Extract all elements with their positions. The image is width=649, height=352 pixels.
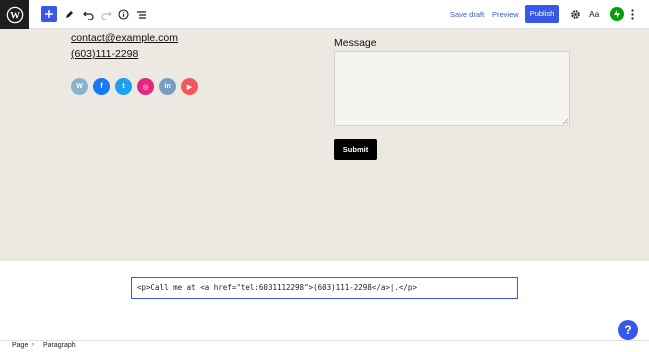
youtube-icon[interactable]: ▶ [181, 78, 198, 95]
options-button[interactable] [625, 0, 639, 29]
list-view-icon [136, 10, 146, 19]
help-button[interactable]: ? [618, 320, 638, 340]
wordpress-logo-icon[interactable]: W [0, 0, 29, 29]
preview-button[interactable]: Preview [492, 0, 519, 29]
save-draft-button[interactable]: Save draft [450, 0, 484, 29]
contact-phone-link[interactable]: (603)111-2298 [71, 48, 138, 60]
social-icons-block: Wf t ◎ in ▶ [71, 78, 198, 95]
message-textarea[interactable] [334, 51, 570, 126]
contact-email-link[interactable]: contact@example.com [71, 32, 178, 44]
settings-button[interactable] [565, 0, 585, 29]
more-vertical-icon [630, 9, 634, 20]
twitter-icon[interactable]: t [115, 78, 132, 95]
publish-button[interactable]: Publish [525, 5, 559, 23]
resize-handle-icon[interactable] [562, 118, 568, 124]
undo-icon [82, 11, 94, 20]
details-button[interactable] [113, 0, 133, 29]
redo-icon [100, 11, 112, 20]
submit-button[interactable]: Submit [334, 139, 377, 160]
editor-toolbar: W Save draft Preview Publish Aa [0, 0, 649, 29]
wordpress-icon[interactable]: W [71, 78, 88, 95]
list-view-button[interactable] [131, 0, 151, 29]
block-inserter-button[interactable] [41, 6, 57, 22]
styles-button[interactable]: Aa [589, 0, 599, 29]
breadcrumb-separator: › [32, 342, 34, 348]
undo-button[interactable] [78, 0, 98, 29]
plus-icon [45, 10, 53, 18]
instagram-icon[interactable]: ◎ [137, 78, 154, 95]
html-code-editor[interactable]: <p>Call me at <a href="tel:6031112298">(… [131, 277, 518, 299]
svg-text:W: W [10, 10, 20, 21]
breadcrumb-page[interactable]: Page [12, 342, 28, 349]
breadcrumb-paragraph[interactable]: Paragraph [43, 342, 76, 349]
block-breadcrumb: Page › Paragraph [0, 340, 649, 352]
facebook-icon[interactable]: f [93, 78, 110, 95]
pencil-icon [66, 10, 73, 18]
linkedin-icon[interactable]: in [159, 78, 176, 95]
message-label: Message [334, 37, 377, 49]
gear-icon [570, 10, 580, 19]
editor-canvas: contact@example.com (603)111-2298 Wf t ◎ in… [0, 29, 649, 261]
jetpack-button[interactable] [610, 7, 624, 21]
jetpack-icon [614, 10, 620, 18]
info-icon [117, 9, 129, 20]
tools-button[interactable] [59, 0, 79, 29]
